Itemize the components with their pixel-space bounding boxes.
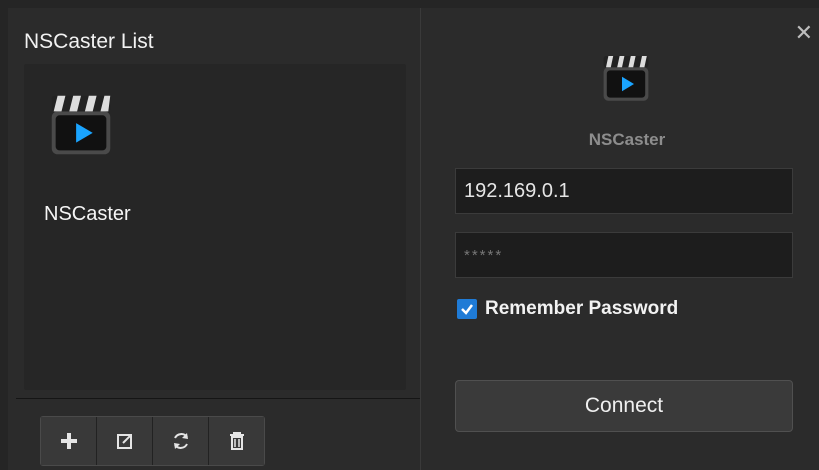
remember-label: Remember Password <box>485 298 679 319</box>
clapperboard-icon <box>51 95 111 155</box>
plus-icon <box>60 433 77 449</box>
refresh-icon <box>173 433 188 449</box>
connect-button[interactable]: Connect <box>455 380 793 432</box>
app-name: NSCaster <box>588 130 666 149</box>
ip-address-input[interactable]: 192.169.0.1 <box>455 168 793 214</box>
remember-checkbox[interactable] <box>457 299 477 319</box>
list-toolbar <box>40 416 265 466</box>
nscaster-list-panel: NSCaster List NSCaster <box>8 8 421 470</box>
edit-button[interactable] <box>97 417 153 465</box>
device-list: NSCaster <box>24 64 406 390</box>
device-item-nscaster[interactable]: NSCaster <box>42 88 132 225</box>
toolbar-divider <box>16 398 420 399</box>
edit-icon <box>116 434 132 449</box>
close-icon[interactable]: ✕ <box>795 20 813 46</box>
device-name: NSCaster <box>44 203 131 225</box>
panel-title: NSCaster List <box>24 30 154 53</box>
add-button[interactable] <box>41 417 97 465</box>
remember-password[interactable]: Remember Password <box>457 298 678 320</box>
delete-button[interactable] <box>209 417 264 465</box>
check-icon <box>461 304 473 315</box>
connection-panel: ✕ NSCaster 192.169.0.1 ***** Remember Pa… <box>421 8 819 470</box>
nscaster-connect-window: NSCaster List NSCaster ✕ NSCaster 192.16… <box>0 0 819 470</box>
clapperboard-icon <box>603 56 649 101</box>
password-mask: ***** <box>464 246 504 264</box>
refresh-button[interactable] <box>153 417 209 465</box>
password-input[interactable]: ***** <box>455 232 793 278</box>
trash-icon <box>229 432 244 450</box>
